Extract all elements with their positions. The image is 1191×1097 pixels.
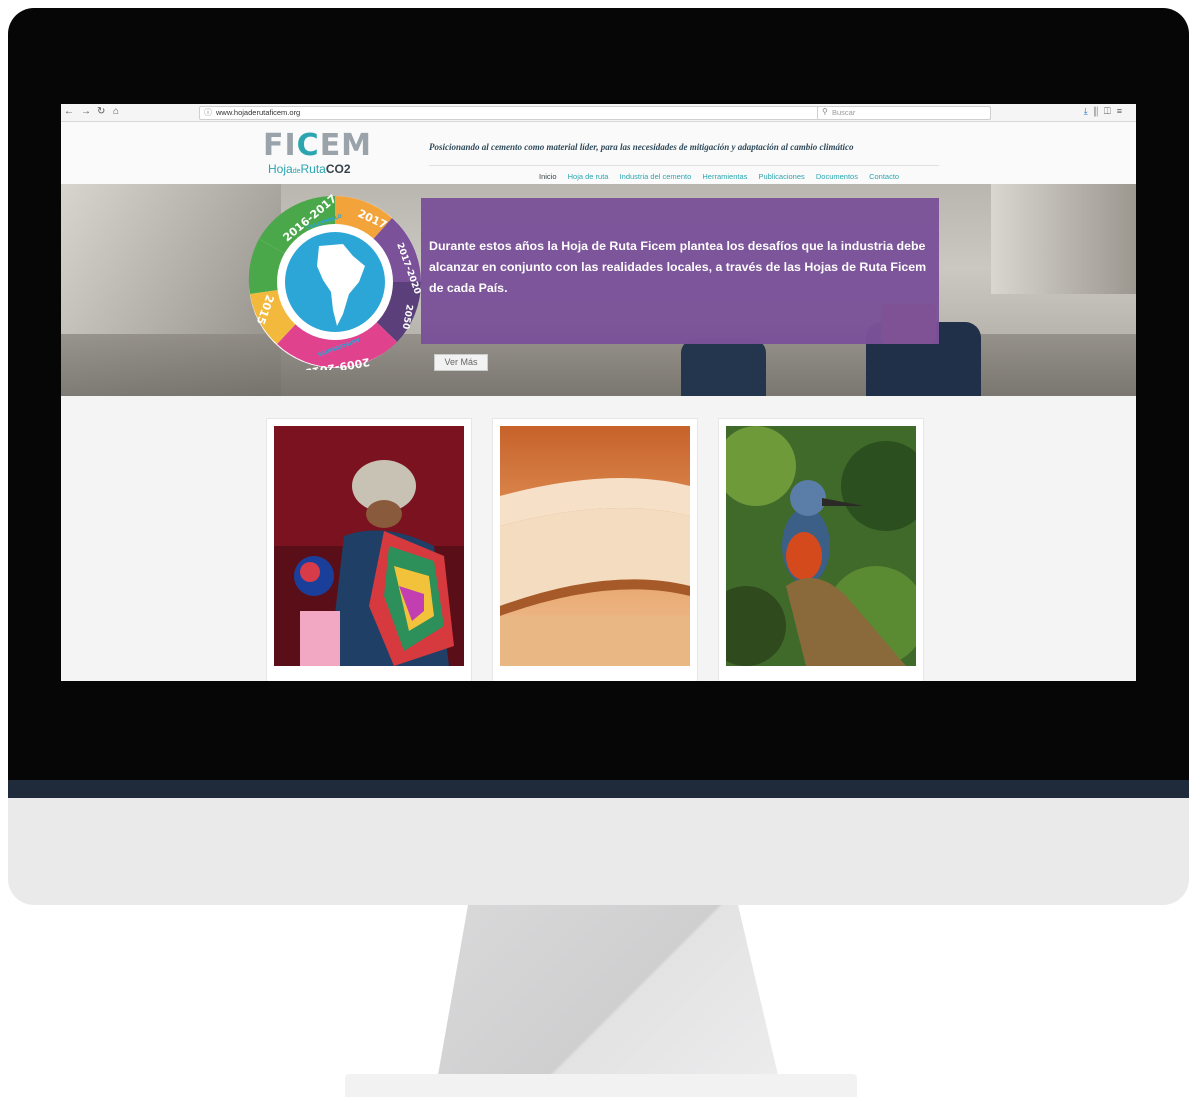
home-icon[interactable]: ⌂ [113, 106, 119, 118]
sidebar-icon[interactable]: ◫ [1104, 106, 1117, 116]
logo-subtitle: HojadeRutaCO2 [268, 162, 351, 176]
download-icon[interactable]: ⤓ [1084, 106, 1094, 116]
site-tagline: Posicionando al cemento como material lí… [429, 142, 854, 152]
nav-publicaciones[interactable]: Publicaciones [758, 172, 804, 181]
forward-icon[interactable]: → [81, 106, 91, 118]
nav-inicio[interactable]: Inicio [539, 172, 557, 181]
monitor-bezel-edge [8, 780, 1189, 798]
photo-kingfisher [726, 426, 916, 666]
roadmap-wheel: 2016-2017 2017 2017-2020 2050 2009-2015 … [248, 194, 422, 370]
search-input[interactable]: ⚲ Buscar [817, 106, 991, 120]
card[interactable] [266, 418, 472, 681]
hero-text: Durante estos años la Hoja de Ruta Ficem… [429, 239, 927, 295]
nav-documentos[interactable]: Documentos [816, 172, 858, 181]
logo-wordmark: FICEM [263, 128, 373, 163]
woman-colorful-shawl-photo[interactable] [274, 426, 464, 666]
hero-worker-left [681, 339, 766, 396]
browser-toolbar: ← → ↻ ⌂ ⓘ www.hojaderutaficem.org ··· ◎ … [61, 104, 1136, 122]
hero-text-panel: Durante estos años la Hoja de Ruta Ficem… [421, 198, 939, 344]
site-header: FICEM HojadeRutaCO2 Posicionando al ceme… [61, 122, 1136, 184]
photo-woman-shawl [274, 426, 464, 666]
hero-banner: 2016-2017 2017 2017-2020 2050 2009-2015 … [61, 184, 1136, 396]
search-icon: ⚲ [822, 107, 828, 116]
back-icon[interactable]: ← [64, 106, 74, 118]
hero-background-pillar [991, 184, 1136, 294]
monitor-stand-foot [345, 1074, 857, 1097]
screen: ← → ↻ ⌂ ⓘ www.hojaderutaficem.org ··· ◎ … [61, 104, 1136, 681]
menu-icon[interactable]: ≡ [1117, 106, 1128, 116]
reload-icon[interactable]: ↻ [97, 106, 105, 118]
ver-mas-button[interactable]: Ver Más [434, 354, 488, 371]
content-section [61, 396, 1136, 681]
architecture-interior-photo[interactable] [500, 426, 690, 666]
url-text: www.hojaderutaficem.org [216, 108, 301, 117]
nav-industria[interactable]: Industria del cemento [620, 172, 692, 181]
header-divider [429, 165, 939, 166]
toolbar-right: ⤓⫼◫≡ [1084, 106, 1128, 117]
ficem-logo[interactable]: FICEM HojadeRutaCO2 [263, 130, 383, 178]
photo-architecture [500, 426, 690, 666]
monitor-stand [438, 905, 778, 1075]
main-nav: Inicio Hoja de ruta Industria del cement… [539, 172, 908, 181]
nav-contacto[interactable]: Contacto [869, 172, 899, 181]
card[interactable] [492, 418, 698, 681]
nav-hoja-de-ruta[interactable]: Hoja de ruta [568, 172, 609, 181]
card[interactable] [718, 418, 924, 681]
kingfisher-bird-photo[interactable] [726, 426, 916, 666]
library-icon[interactable]: ⫼ [1094, 106, 1104, 116]
nav-herramientas[interactable]: Herramientas [702, 172, 747, 181]
info-icon[interactable]: ⓘ [204, 107, 212, 118]
search-placeholder: Buscar [832, 108, 856, 117]
